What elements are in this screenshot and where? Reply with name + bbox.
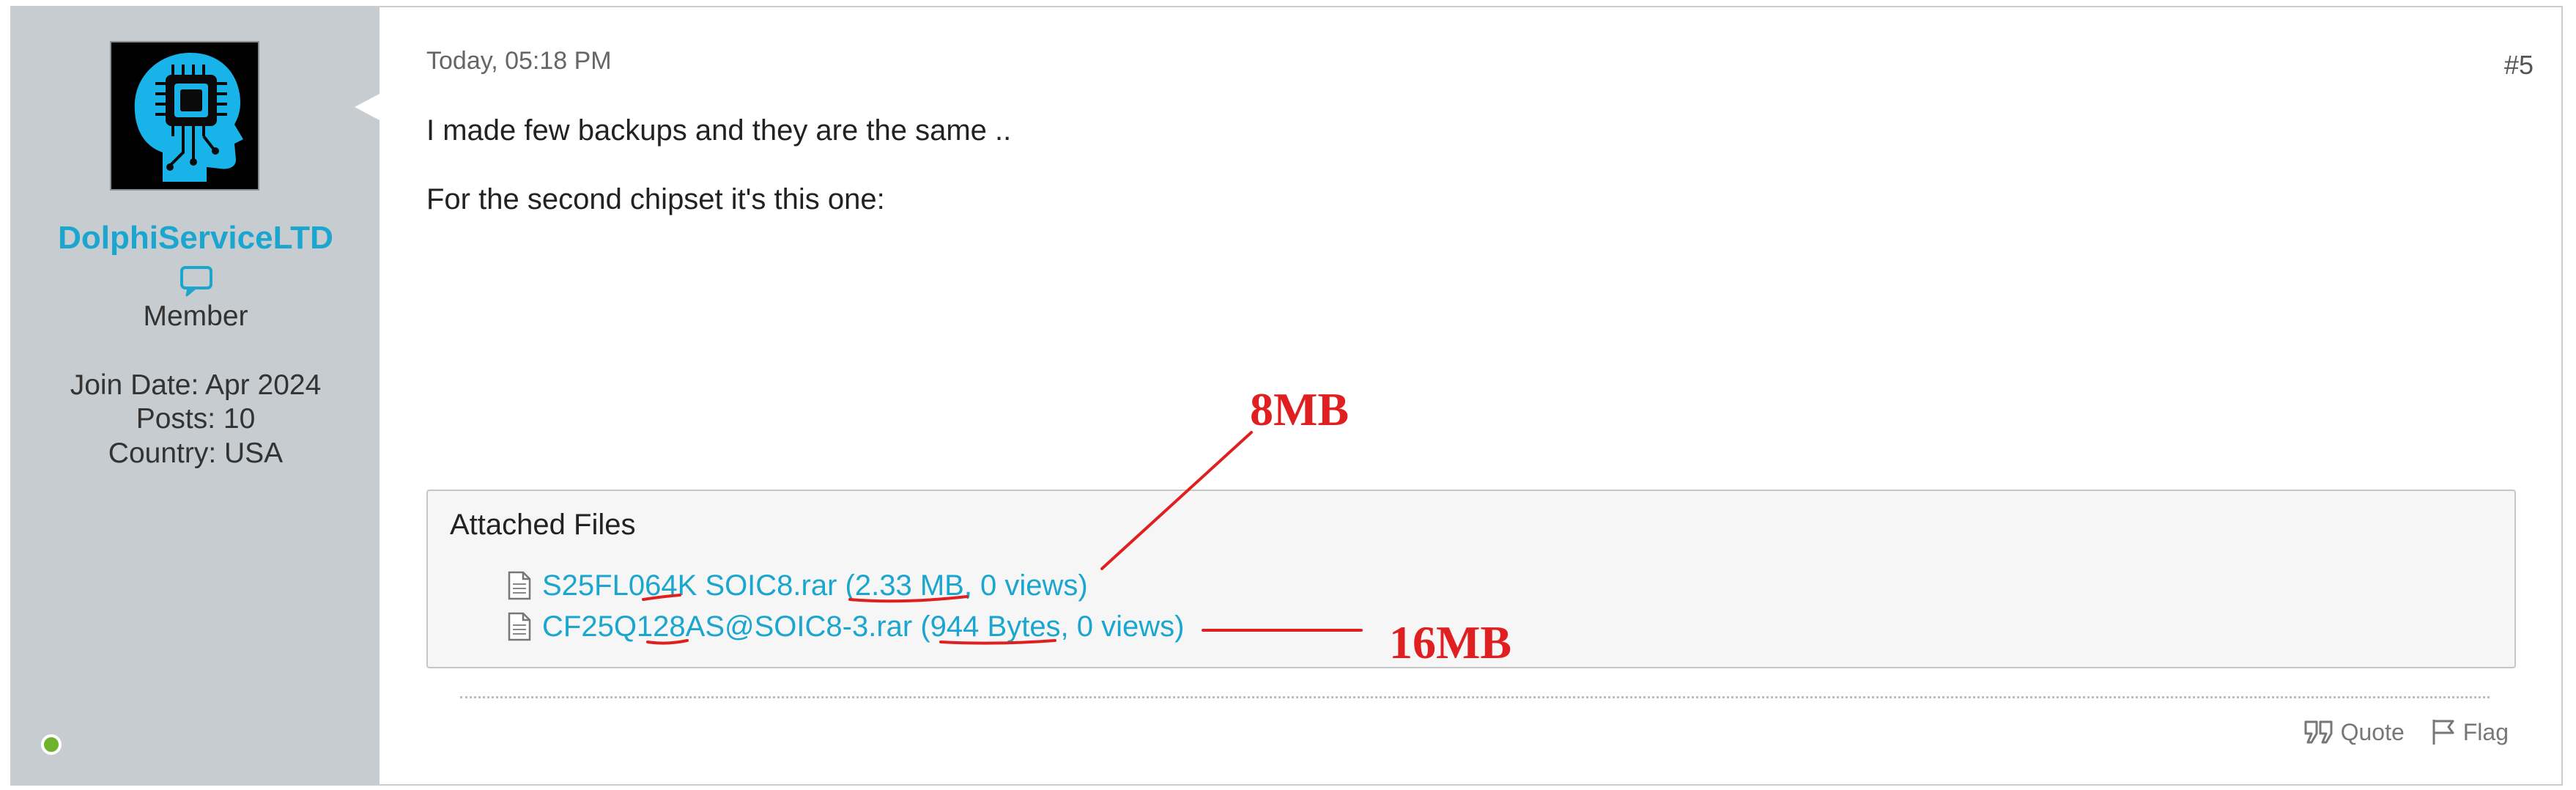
file-icon: [508, 571, 531, 600]
flag-icon: [2432, 720, 2454, 745]
attachment-item[interactable]: CF25Q128AS@SOIC8-3.rar (944 Bytes, 0 vie…: [507, 608, 1184, 645]
post-date: Today, 05:18 PM: [426, 47, 612, 75]
quote-button[interactable]: Quote: [2304, 719, 2405, 746]
user-role: Member: [143, 300, 248, 332]
flag-button[interactable]: Flag: [2431, 718, 2509, 746]
attached-files-title: Attached Files: [450, 509, 636, 541]
country: Country: USA: [108, 438, 284, 469]
private-message-icon[interactable]: [179, 265, 213, 298]
attachment-link[interactable]: CF25Q128AS@SOIC8-3.rar (944 Bytes, 0 vie…: [542, 610, 1184, 643]
bubble-pointer: [355, 94, 380, 120]
post-divider: [460, 696, 2490, 698]
attachment-link[interactable]: S25FL064K SOIC8.rar (2.33 MB, 0 views): [542, 569, 1088, 602]
quote-label: Quote: [2340, 718, 2405, 745]
username-link[interactable]: DolphiServiceLTD: [12, 220, 380, 256]
online-status-indicator: [41, 734, 62, 755]
head-chip-icon: [111, 43, 258, 189]
join-date: Join Date: Apr 2024: [70, 369, 322, 401]
post-permalink[interactable]: #5: [2504, 50, 2534, 81]
file-icon: [508, 612, 531, 641]
author-sidebar: DolphiServiceLTD Member Join Date: Apr 2…: [12, 7, 380, 784]
post-actions: Quote Flag: [2304, 718, 2509, 746]
post-count: Posts: 10: [136, 403, 256, 435]
attached-files-box: Attached Files S25FL064K SOIC8.rar (2.33…: [426, 490, 2516, 668]
post-message-line: For the second chipset it's this one:: [426, 183, 885, 215]
attachment-item[interactable]: S25FL064K SOIC8.rar (2.33 MB, 0 views): [507, 567, 1088, 604]
post-message-line: I made few backups and they are the same…: [426, 114, 1012, 147]
flag-label: Flag: [2462, 718, 2509, 745]
avatar[interactable]: [110, 41, 259, 191]
post-container: DolphiServiceLTD Member Join Date: Apr 2…: [10, 6, 2563, 786]
quote-icon: [2304, 720, 2333, 744]
